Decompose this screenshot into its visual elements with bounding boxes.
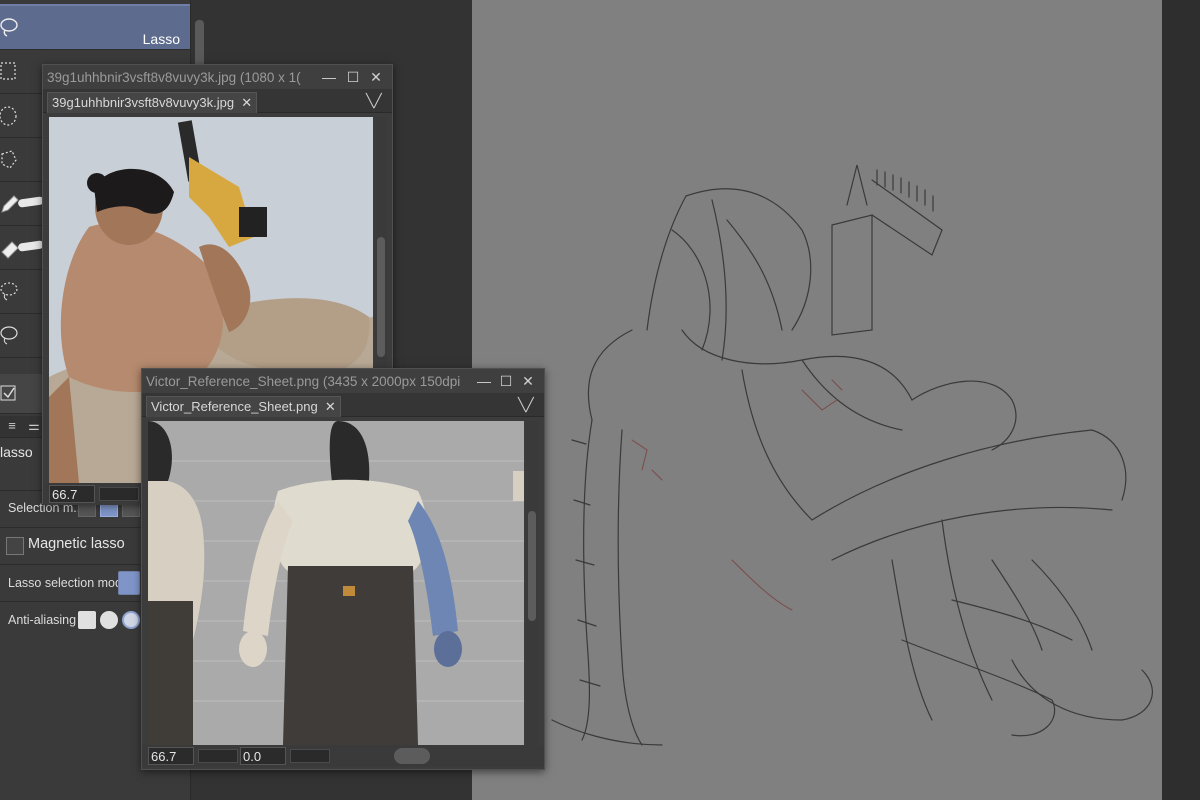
reference-sheet-image	[148, 421, 524, 745]
zoom-slider[interactable]	[198, 749, 238, 763]
window-title-bar[interactable]: 39g1uhhbnir3vsft8v8vuvy3k.jpg (1080 x 1(…	[43, 65, 392, 89]
magnetic-lasso-checkbox[interactable]	[6, 537, 24, 555]
lasso-mode-label: Lasso selection mode	[8, 576, 129, 590]
window-title: 39g1uhhbnir3vsft8v8vuvy3k.jpg (1080 x 1(	[47, 70, 301, 85]
scroll-thumb[interactable]	[377, 237, 385, 357]
window-vertical-scrollbar[interactable]	[526, 421, 538, 745]
tool-lasso-label: Lasso	[142, 31, 180, 47]
close-icon[interactable]: ✕	[368, 69, 384, 85]
chevron-down-icon[interactable]: ╲╱	[366, 93, 382, 109]
menu-icon[interactable]: ≡	[0, 418, 24, 436]
rect-marquee-icon	[0, 62, 16, 80]
horizontal-scroll-thumb[interactable]	[394, 748, 430, 764]
tab-label: 39g1uhhbnir3vsft8v8vuvy3k.jpg	[52, 95, 235, 110]
lasso-alt2-icon	[0, 326, 18, 345]
lasso-icon	[0, 18, 18, 37]
minimize-icon[interactable]: —	[321, 69, 337, 85]
maximize-icon[interactable]: ☐	[345, 69, 361, 85]
rotation-slider[interactable]	[290, 749, 330, 763]
polyline-icon	[1, 150, 17, 169]
right-panel-edge	[1162, 0, 1200, 800]
rotation-input[interactable]: 0.0	[240, 747, 286, 765]
window-title-bar[interactable]: Victor_Reference_Sheet.png (3435 x 2000p…	[142, 369, 544, 393]
drawing-canvas[interactable]	[472, 0, 1162, 800]
sub-tool-name: lasso	[0, 444, 33, 460]
chevron-down-icon[interactable]: ╲╱	[518, 397, 534, 413]
anti-aliasing-medium[interactable]	[122, 611, 140, 629]
anti-aliasing-label: Anti-aliasing	[8, 613, 77, 627]
lasso-mode-button[interactable]	[118, 571, 140, 595]
tab-close-icon[interactable]: ✕	[325, 399, 336, 415]
window-footer: 66.7 0.0	[142, 745, 544, 767]
window-title: Victor_Reference_Sheet.png (3435 x 2000p…	[146, 374, 461, 389]
tab-reference-sheet[interactable]: Victor_Reference_Sheet.png ✕	[146, 396, 341, 417]
app-root: Lasso ≡ ⚌ lasso Selection m... Magnetic …	[0, 0, 1200, 800]
lasso-alt-icon	[0, 282, 18, 301]
maximize-icon[interactable]: ☐	[498, 373, 514, 389]
checkbox-icon	[0, 385, 16, 401]
reference-window-sheet: Victor_Reference_Sheet.png (3435 x 2000p…	[141, 368, 545, 770]
tool-lasso[interactable]: Lasso	[0, 4, 190, 50]
reference-sheet-view[interactable]	[148, 421, 524, 745]
minimize-icon[interactable]: —	[476, 373, 492, 389]
scroll-thumb[interactable]	[528, 511, 536, 621]
tab-close-icon[interactable]: ✕	[241, 95, 252, 111]
sketch-drawing	[551, 164, 1153, 746]
ellipse-marquee-icon	[0, 106, 17, 126]
anti-aliasing-weak[interactable]	[100, 611, 118, 629]
close-icon[interactable]: ✕	[520, 373, 536, 389]
window-tab-bar: Victor_Reference_Sheet.png ✕ ╲╱	[142, 393, 544, 417]
zoom-input[interactable]: 66.7	[148, 747, 194, 765]
zoom-input[interactable]: 66.7	[49, 485, 95, 503]
tab-photo[interactable]: 39g1uhhbnir3vsft8v8vuvy3k.jpg ✕	[47, 92, 258, 113]
window-tab-bar: 39g1uhhbnir3vsft8v8vuvy3k.jpg ✕ ╲╱	[43, 89, 392, 113]
magnetic-lasso-label: Magnetic lasso	[28, 536, 125, 552]
anti-aliasing-none[interactable]	[78, 611, 96, 629]
tab-label: Victor_Reference_Sheet.png	[151, 399, 318, 414]
zoom-slider[interactable]	[99, 487, 139, 501]
